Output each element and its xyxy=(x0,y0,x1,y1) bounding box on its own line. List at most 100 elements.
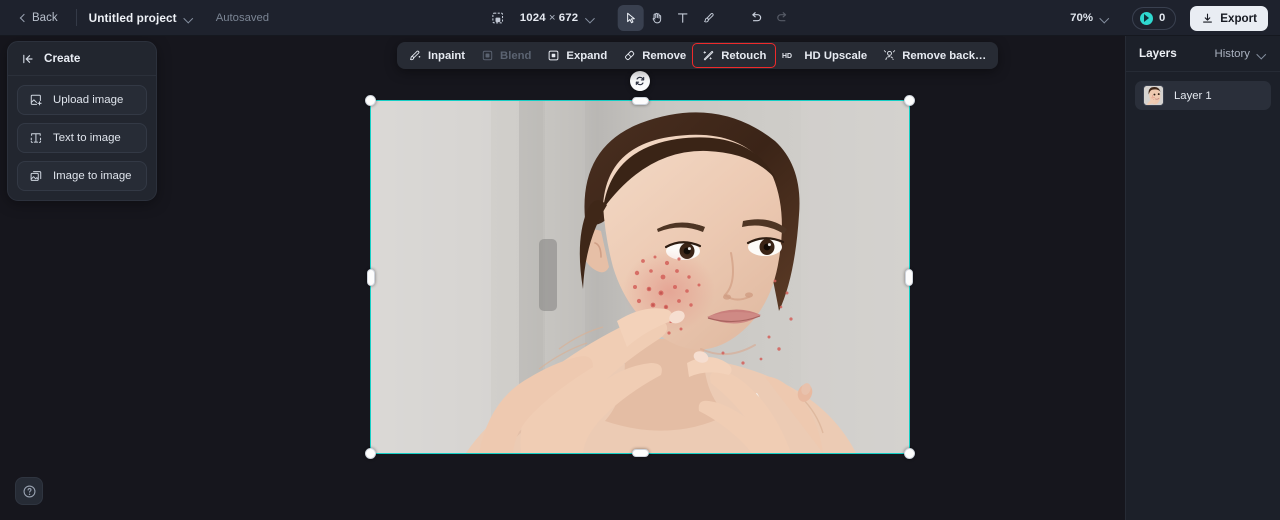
image-to-image-icon xyxy=(29,169,43,183)
export-label: Export xyxy=(1220,12,1257,25)
blend-icon xyxy=(481,49,494,62)
back-button[interactable]: Back xyxy=(13,8,64,28)
canvas-height: 672 xyxy=(559,12,579,24)
remove-background-label: Remove back… xyxy=(902,50,986,62)
back-label: Back xyxy=(32,12,58,24)
layers-title: Layers xyxy=(1139,47,1177,60)
blend-button[interactable]: Blend xyxy=(473,45,539,66)
redo-arrow-icon xyxy=(775,10,790,25)
text-tool-button[interactable] xyxy=(669,5,695,31)
upload-image-icon xyxy=(29,93,43,107)
create-panel-header[interactable]: Create xyxy=(8,42,156,76)
brush-tool-button[interactable] xyxy=(695,5,721,31)
eraser-icon xyxy=(623,49,636,62)
remove-label: Remove xyxy=(642,50,686,62)
history-tab[interactable]: History xyxy=(1215,48,1267,60)
hd-text-icon: HD xyxy=(782,50,798,61)
acne-portrait-photo xyxy=(371,101,909,453)
layers-list: Layer 1 xyxy=(1126,72,1280,119)
credit-coin-icon xyxy=(1140,12,1153,25)
rotate-icon xyxy=(634,75,646,87)
resize-handle-top-left[interactable] xyxy=(365,95,376,106)
hand-icon xyxy=(649,11,663,25)
canvas-area[interactable] xyxy=(0,36,1280,520)
zoom-level-control[interactable]: 70% xyxy=(1066,9,1114,27)
inpaint-button[interactable]: Inpaint xyxy=(401,45,473,66)
chevron-down-icon xyxy=(1257,49,1267,59)
export-button[interactable]: Export xyxy=(1190,6,1268,31)
help-button[interactable] xyxy=(15,477,43,505)
list-item[interactable]: Layer 1 xyxy=(1135,81,1271,110)
chevron-down-icon[interactable] xyxy=(184,13,194,23)
remove-background-icon xyxy=(883,49,896,62)
redo-button[interactable] xyxy=(769,5,795,31)
expand-label: Expand xyxy=(566,50,607,62)
resize-handle-bottom-left[interactable] xyxy=(365,448,376,459)
remove-background-button[interactable]: Remove back… xyxy=(875,45,994,66)
top-bar-right: 70% 0 Export xyxy=(1066,0,1268,36)
layer-name: Layer 1 xyxy=(1174,90,1212,102)
hand-tool-button[interactable] xyxy=(643,5,669,31)
cursor-arrow-icon xyxy=(623,11,637,25)
chevron-left-icon xyxy=(19,14,27,22)
canvas-width: 1024 xyxy=(520,12,546,24)
layer-thumbnail-image xyxy=(1144,86,1163,105)
project-name[interactable]: Untitled project xyxy=(89,11,177,25)
hd-upscale-label: HD Upscale xyxy=(804,50,867,62)
resize-handle-bottom-center[interactable] xyxy=(632,449,649,457)
autosaved-status: Autosaved xyxy=(216,12,269,24)
create-panel-title: Create xyxy=(44,52,80,65)
retouch-wand-icon xyxy=(702,49,715,62)
resize-canvas-button[interactable] xyxy=(485,5,511,31)
text-to-image-button[interactable]: Text to image xyxy=(17,123,147,153)
zoom-level-value: 70% xyxy=(1070,12,1093,24)
expand-icon xyxy=(547,49,560,62)
layers-panel: Layers History xyxy=(1125,36,1280,520)
upload-image-label: Upload image xyxy=(53,94,123,106)
selection-frame[interactable] xyxy=(371,101,909,453)
text-to-image-icon xyxy=(29,131,43,145)
download-icon xyxy=(1201,12,1214,25)
retouch-button[interactable]: Retouch xyxy=(694,45,774,66)
remove-button[interactable]: Remove xyxy=(615,45,694,66)
layer-thumbnail xyxy=(1143,85,1164,106)
undo-arrow-icon xyxy=(749,10,764,25)
chevron-down-icon[interactable] xyxy=(1100,13,1110,23)
dimension-separator: × xyxy=(549,12,556,24)
text-t-icon xyxy=(675,11,689,25)
layers-panel-header: Layers History xyxy=(1126,36,1280,72)
canvas-image[interactable] xyxy=(371,101,909,453)
resize-handle-middle-left[interactable] xyxy=(367,269,375,286)
canvas-dimensions[interactable]: 1024 × 672 xyxy=(520,12,596,24)
resize-handle-bottom-right[interactable] xyxy=(904,448,915,459)
top-bar-left: Back Untitled project Autosaved xyxy=(0,8,269,28)
image-action-toolbar: Inpaint Blend Expand Remove xyxy=(397,42,998,69)
top-bar: Back Untitled project Autosaved 1024 × 6… xyxy=(0,0,1280,36)
help-circle-icon xyxy=(22,484,37,499)
resize-canvas-icon xyxy=(491,11,505,25)
upload-image-button[interactable]: Upload image xyxy=(17,85,147,115)
credits-badge[interactable]: 0 xyxy=(1132,7,1176,30)
image-to-image-button[interactable]: Image to image xyxy=(17,161,147,191)
credits-count: 0 xyxy=(1159,12,1165,24)
rotate-handle[interactable] xyxy=(630,71,650,91)
brush-icon xyxy=(701,11,715,25)
resize-handle-middle-right[interactable] xyxy=(905,269,913,286)
collapse-panel-icon xyxy=(21,52,35,66)
chevron-down-icon[interactable] xyxy=(585,13,595,23)
resize-handle-top-center[interactable] xyxy=(632,97,649,105)
blend-label: Blend xyxy=(500,50,531,62)
image-editor-app: Back Untitled project Autosaved 1024 × 6… xyxy=(0,0,1280,520)
inpaint-label: Inpaint xyxy=(428,50,465,62)
select-tool-button[interactable] xyxy=(617,5,643,31)
history-label: History xyxy=(1215,48,1250,60)
svg-text:HD: HD xyxy=(782,53,792,60)
image-to-image-label: Image to image xyxy=(53,170,132,182)
undo-button[interactable] xyxy=(743,5,769,31)
hd-upscale-button[interactable]: HD HD Upscale xyxy=(774,45,875,66)
resize-handle-top-right[interactable] xyxy=(904,95,915,106)
expand-button[interactable]: Expand xyxy=(539,45,615,66)
top-bar-tools: 1024 × 672 xyxy=(485,5,796,31)
inpaint-icon xyxy=(409,49,422,62)
retouch-label: Retouch xyxy=(721,50,766,62)
